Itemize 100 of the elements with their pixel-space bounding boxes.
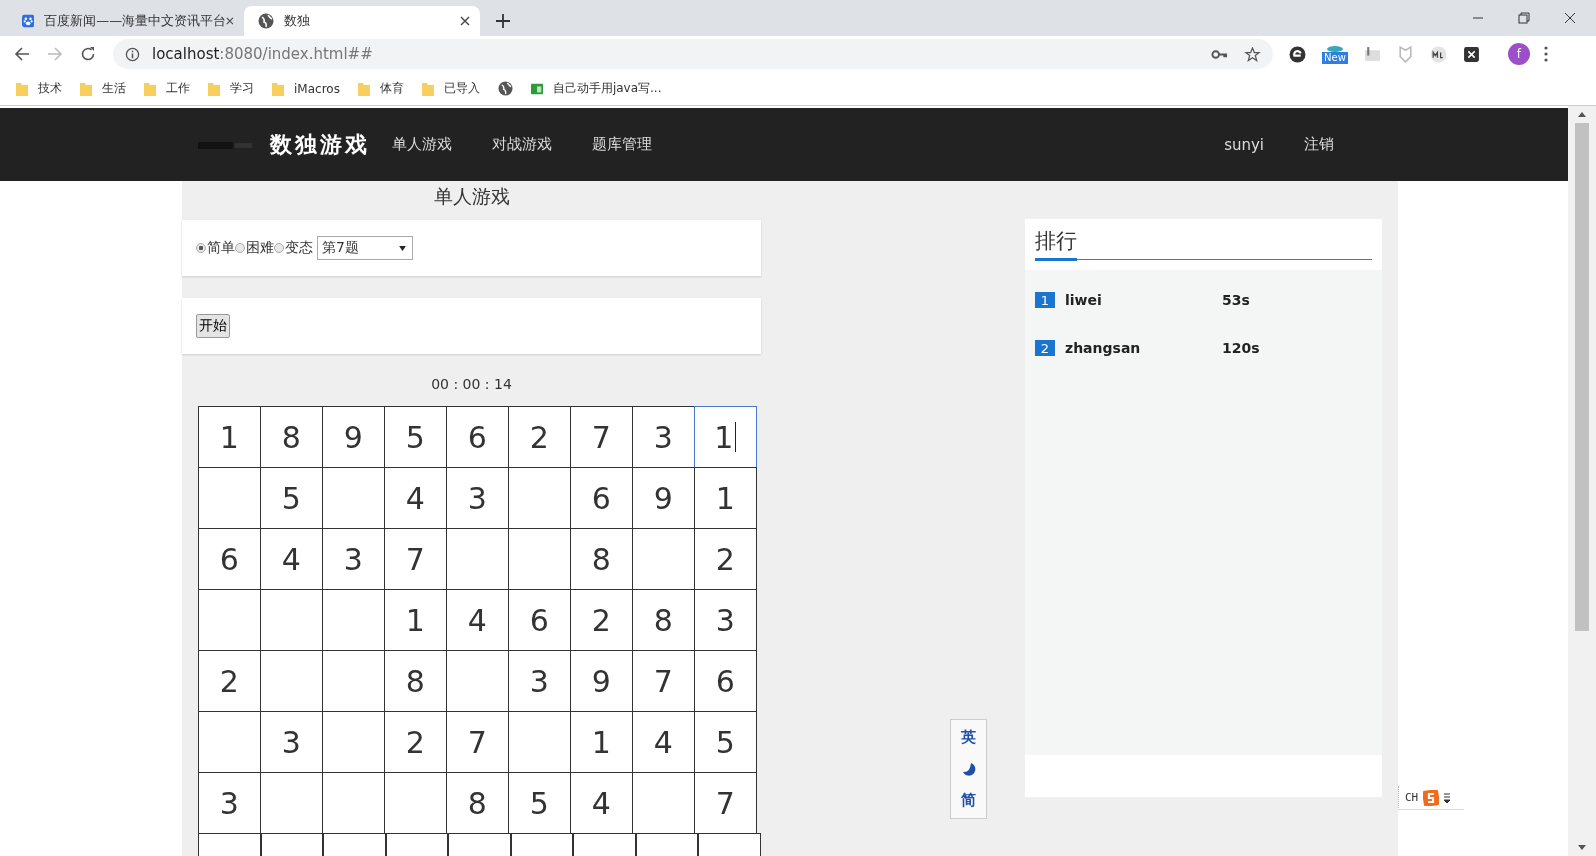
sudoku-cell[interactable]: 4 [632,711,695,773]
sudoku-cell[interactable]: 9 [322,406,385,468]
ime-language[interactable]: CH [1405,791,1419,804]
sudoku-cell[interactable]: 2 [694,528,757,590]
back-icon[interactable] [14,46,30,62]
sudoku-cell[interactable]: 1 [694,467,757,529]
sudoku-cell[interactable] [260,833,323,856]
sudoku-cell[interactable] [322,711,385,773]
start-button[interactable]: 开始 [196,314,230,338]
sudoku-cell[interactable] [260,589,323,651]
sudoku-cell[interactable]: 4 [260,528,323,590]
sudoku-cell[interactable]: 6 [508,589,571,651]
sudoku-cell[interactable] [632,772,695,834]
ime-mode[interactable]: 英 [961,727,976,747]
sudoku-cell[interactable] [198,467,261,529]
sudoku-cell[interactable] [632,528,695,590]
bookmark-folder[interactable]: 已导入 [421,80,480,97]
sudoku-cell[interactable]: 2 [198,650,261,712]
sudoku-cell[interactable]: 8 [260,406,323,468]
extension-icon[interactable] [1429,45,1447,63]
sudoku-cell[interactable]: 7 [570,406,633,468]
sudoku-cell[interactable] [323,833,386,856]
sudoku-cell[interactable]: 7 [694,772,757,834]
globe-icon[interactable] [497,81,513,96]
browser-tab[interactable]: 数独 [244,6,480,36]
sudoku-cell[interactable]: 5 [694,711,757,773]
scroll-down-icon[interactable] [1578,845,1586,850]
new-tab-icon[interactable] [496,14,510,28]
bookmark-folder[interactable]: 生活 [80,80,126,97]
sudoku-cell[interactable] [508,711,571,773]
difficulty-radio[interactable]: 变态 [274,239,313,257]
sudoku-cell[interactable] [322,650,385,712]
sudoku-cell[interactable]: 3 [322,528,385,590]
sudoku-cell[interactable] [573,833,636,856]
sudoku-cell[interactable]: 2 [570,589,633,651]
bookmark-folder[interactable]: 体育 [357,80,404,97]
sudoku-cell[interactable]: 1 [570,711,633,773]
bookmark-link[interactable]: 自己动手用java写... [530,80,662,97]
sudoku-cell[interactable]: 3 [694,589,757,651]
nav-link[interactable]: 对战游戏 [492,135,552,154]
sudoku-cell[interactable]: 1 [694,406,757,468]
nav-link[interactable]: 题库管理 [592,135,652,154]
sudoku-cell[interactable]: 5 [508,772,571,834]
sudoku-cell[interactable]: 8 [632,589,695,651]
sudoku-cell[interactable]: 5 [260,467,323,529]
sudoku-cell[interactable] [508,467,571,529]
bookmark-folder[interactable]: 工作 [144,80,190,97]
sudoku-cell[interactable] [384,772,447,834]
moon-icon[interactable] [961,762,976,776]
sudoku-cell[interactable]: 6 [694,650,757,712]
sudoku-cell[interactable] [446,650,509,712]
sudoku-cell[interactable] [448,833,511,856]
cloud-icon[interactable] [1324,44,1345,52]
extension-icon[interactable] [1462,45,1480,63]
sudoku-cell[interactable]: 3 [260,711,323,773]
browser-tab[interactable]: 百度新闻——海量中文资讯平台 [8,6,244,36]
menu-icon[interactable] [1543,46,1548,62]
logout-link[interactable]: 注销 [1304,135,1334,154]
sudoku-cell[interactable]: 7 [384,528,447,590]
sudoku-cell[interactable]: 9 [632,467,695,529]
sudoku-cell[interactable]: 9 [570,650,633,712]
sudoku-cell[interactable]: 6 [198,528,261,590]
sudoku-cell[interactable] [260,772,323,834]
sudoku-cell[interactable] [198,833,261,856]
profile-avatar[interactable]: f [1507,43,1530,65]
sudoku-cell[interactable]: 4 [570,772,633,834]
sudoku-cell[interactable]: 6 [446,406,509,468]
sudoku-cell[interactable] [322,589,385,651]
scrollbar-thumb[interactable] [1575,123,1589,631]
sudoku-cell[interactable]: 7 [446,711,509,773]
sudoku-cell[interactable]: 4 [446,589,509,651]
reload-icon[interactable] [80,46,96,62]
sudoku-cell[interactable]: 3 [446,467,509,529]
sudoku-cell[interactable] [508,528,571,590]
sudoku-cell[interactable]: 8 [446,772,509,834]
sudoku-cell[interactable] [635,833,698,856]
sudoku-cell[interactable] [322,772,385,834]
sudoku-cell[interactable]: 4 [384,467,447,529]
star-icon[interactable] [1244,46,1261,62]
sudoku-cell[interactable]: 1 [384,589,447,651]
extension-icon[interactable] [1289,45,1306,63]
difficulty-radio[interactable]: 简单 [196,239,235,257]
sudoku-cell[interactable]: 3 [632,406,695,468]
sudoku-cell[interactable]: 3 [198,772,261,834]
sudoku-cell[interactable] [322,467,385,529]
difficulty-radio[interactable]: 困难 [235,239,274,257]
sudoku-cell[interactable] [385,833,448,856]
close-icon[interactable] [226,16,234,26]
sudoku-cell[interactable] [510,833,573,856]
puzzle-select[interactable]: 第7题 [317,236,413,260]
bookmark-folder[interactable]: 学习 [208,80,254,97]
sudoku-cell[interactable] [198,711,261,773]
sudoku-cell[interactable]: 7 [632,650,695,712]
user-link[interactable]: sunyi [1224,135,1264,154]
nav-link[interactable]: 单人游戏 [392,135,452,154]
sudoku-cell[interactable]: 8 [384,650,447,712]
sudoku-cell[interactable]: 2 [384,711,447,773]
close-icon[interactable] [460,16,470,26]
brand-title[interactable]: 数独游戏 [270,129,370,160]
restore-icon[interactable] [1518,12,1530,24]
